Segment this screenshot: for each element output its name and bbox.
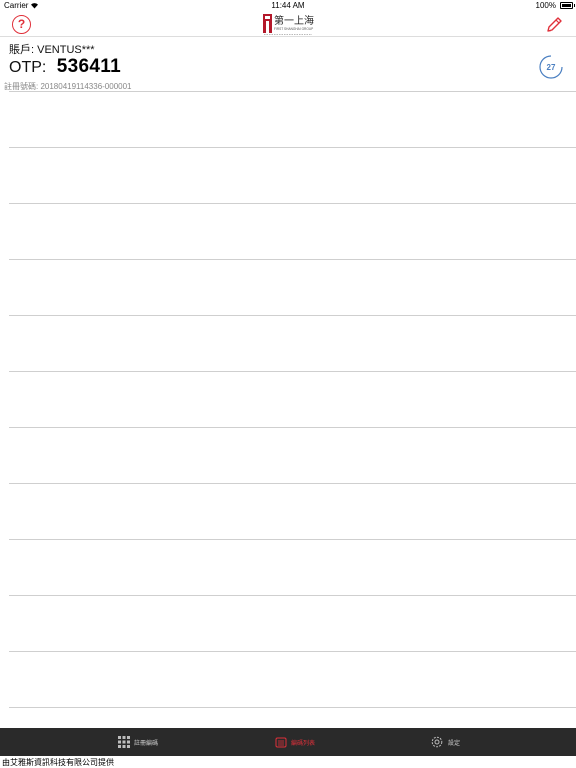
list-item[interactable] bbox=[9, 596, 576, 652]
account-label: 賬戶: VENTUS*** bbox=[9, 44, 95, 56]
tab-settings[interactable]: 設定 bbox=[430, 728, 460, 756]
tab-label: 編碼列表 bbox=[291, 740, 316, 747]
battery-icon bbox=[560, 2, 575, 9]
otp-row: OTP: 536411 bbox=[9, 56, 121, 78]
list-item[interactable] bbox=[9, 428, 576, 484]
grid-icon bbox=[118, 736, 130, 748]
list-item[interactable] bbox=[9, 92, 576, 148]
list-item[interactable] bbox=[9, 316, 576, 372]
code-list bbox=[9, 92, 576, 708]
battery-percent: 100% bbox=[535, 1, 556, 10]
tab-code-list[interactable]: 編碼列表 bbox=[275, 728, 315, 756]
list-item[interactable] bbox=[9, 540, 576, 596]
provider-footer: 由艾雅斯資訊科技有限公司提供 bbox=[2, 758, 114, 767]
tab-register-code[interactable]: 註冊編碼 bbox=[118, 728, 158, 756]
svg-text:FIRST SHANGHAI GROUP: FIRST SHANGHAI GROUP bbox=[274, 27, 313, 31]
gear-icon bbox=[431, 736, 443, 748]
navigation-bar: ? 第一上海 FIRST SHANGHAI GROUP bbox=[0, 12, 576, 37]
list-item[interactable] bbox=[9, 260, 576, 316]
clock: 11:44 AM bbox=[271, 1, 305, 10]
otp-label: OTP: bbox=[9, 59, 47, 76]
list-icon bbox=[275, 737, 287, 748]
status-bar: Carrier 11:44 AM 100% bbox=[0, 0, 576, 12]
list-item[interactable] bbox=[9, 652, 576, 708]
edit-button[interactable] bbox=[544, 15, 564, 35]
otp-code: 536411 bbox=[56, 56, 121, 77]
company-logo: 第一上海 FIRST SHANGHAI GROUP bbox=[263, 14, 314, 35]
help-button[interactable]: ? bbox=[12, 15, 31, 34]
tab-label: 註冊編碼 bbox=[134, 740, 159, 747]
list-item[interactable] bbox=[9, 204, 576, 260]
list-item[interactable] bbox=[9, 148, 576, 204]
svg-text:第一上海: 第一上海 bbox=[274, 14, 314, 27]
list-item[interactable] bbox=[9, 484, 576, 540]
tab-label: 設定 bbox=[448, 740, 461, 747]
countdown-timer: 27 bbox=[539, 55, 563, 79]
tab-bar: 註冊編碼 編碼列表 設定 bbox=[0, 728, 576, 756]
countdown-value: 27 bbox=[547, 63, 556, 72]
list-item[interactable] bbox=[9, 372, 576, 428]
